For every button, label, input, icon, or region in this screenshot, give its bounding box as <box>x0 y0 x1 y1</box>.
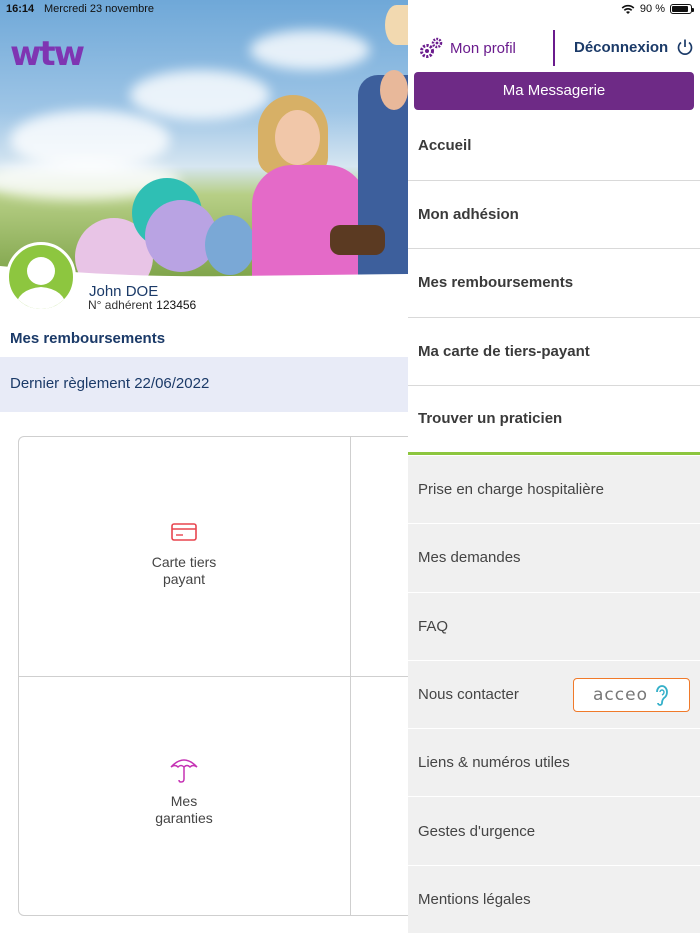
wtw-logo: wtw <box>10 34 85 74</box>
logout-button[interactable]: Déconnexion <box>574 38 694 56</box>
menu-item-contact[interactable]: Nous contacter acceo <box>408 661 700 730</box>
user-silhouette-icon <box>15 257 67 309</box>
status-bar: 16:14 Mercredi 23 novembre 90 % <box>0 0 700 20</box>
gears-icon <box>420 37 443 58</box>
tile-garanties-label2: garanties <box>155 810 213 826</box>
menu-item-adhesion[interactable]: Mon adhésion <box>408 181 700 249</box>
acceo-logo: acceo <box>593 684 648 705</box>
menu-item-demandes[interactable]: Mes demandes <box>408 524 700 593</box>
messaging-button[interactable]: Ma Messagerie <box>414 72 694 110</box>
status-time: 16:14 <box>6 3 35 15</box>
tile-garanties-label1: Mes <box>170 793 198 809</box>
menu-item-prise-en-charge[interactable]: Prise en charge hospitalière <box>408 456 700 525</box>
tile-garanties[interactable]: Mes garanties <box>19 677 349 915</box>
umbrella-icon <box>170 759 198 783</box>
divider <box>553 30 555 66</box>
card-icon <box>171 523 197 541</box>
menu-item-contact-label: Nous contacter <box>418 686 519 704</box>
menu-item-mentions[interactable]: Mentions légales <box>408 866 700 934</box>
tile-tiers-payant-label1: Carte tiers <box>151 554 217 570</box>
member-number-label: N° adhérent <box>88 298 153 312</box>
hero-image: wtw <box>0 0 408 278</box>
wifi-icon <box>621 4 635 14</box>
primary-menu: Accueil Mon adhésion Mes remboursements … <box>408 112 700 455</box>
profile-label: Mon profil <box>450 39 516 57</box>
menu-item-carte-tiers-payant[interactable]: Ma carte de tiers-payant <box>408 318 700 386</box>
menu-item-liens[interactable]: Liens & numéros utiles <box>408 729 700 798</box>
menu-item-faq[interactable]: FAQ <box>408 593 700 661</box>
ear-icon <box>656 685 668 706</box>
menu-item-urgence[interactable]: Gestes d'urgence <box>408 797 700 866</box>
avatar[interactable] <box>6 242 76 312</box>
drawer-top-actions: Mon profil Déconnexion <box>408 28 700 68</box>
battery-icon <box>670 4 694 14</box>
profile-button[interactable]: Mon profil <box>418 36 516 60</box>
menu-item-trouver-praticien[interactable]: Trouver un praticien <box>408 386 700 455</box>
section-title: Mes remboursements <box>10 330 166 347</box>
member-number-row: N° adhérent 123456 <box>88 298 196 312</box>
tile-tiers-payant[interactable]: Carte tiers payant <box>19 437 349 675</box>
logout-label: Déconnexion <box>574 38 669 56</box>
main-content: wtw John DOE N° adhérent 123456 Mes rembo… <box>0 0 408 934</box>
tile-tiers-payant-label2: payant <box>162 571 206 587</box>
tiles-grid: Carte tiers payant Mes garanties <box>18 436 408 916</box>
menu-item-accueil[interactable]: Accueil <box>408 112 700 181</box>
member-number: 123456 <box>156 298 197 312</box>
power-icon <box>677 39 693 55</box>
side-menu: Mon profil Déconnexion Ma Messagerie Acc… <box>408 0 700 934</box>
status-date: Mercredi 23 novembre <box>44 3 155 15</box>
menu-item-remboursements[interactable]: Mes remboursements <box>408 249 700 318</box>
acceo-button[interactable]: acceo <box>573 677 690 712</box>
battery-percent: 90 % <box>639 3 665 15</box>
secondary-menu: Prise en charge hospitalière Mes demande… <box>408 456 700 934</box>
last-payment-banner[interactable]: Dernier règlement 22/06/2022 <box>0 357 408 412</box>
